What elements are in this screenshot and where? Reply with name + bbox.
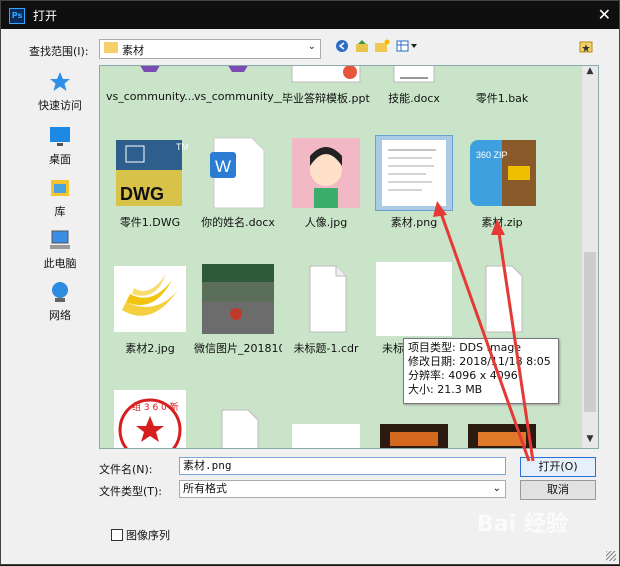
bookmark-folder-icon[interactable] bbox=[577, 39, 595, 57]
new-folder-icon[interactable] bbox=[373, 39, 391, 57]
file-item[interactable]: 素材2.jpg bbox=[106, 262, 194, 356]
blank-thumbnail bbox=[376, 262, 452, 336]
file-name: 技能.docx bbox=[388, 92, 440, 105]
close-icon[interactable]: ✕ bbox=[598, 5, 611, 24]
baidu-watermark: Bai 经验 bbox=[477, 512, 568, 537]
tooltip-type: 项目类型: DDS Image bbox=[408, 341, 522, 354]
svg-text:360 ZIP: 360 ZIP bbox=[476, 150, 508, 160]
place-label: 网络 bbox=[49, 309, 71, 322]
resize-grip-icon[interactable] bbox=[606, 551, 616, 561]
photoshop-app-icon: Ps bbox=[9, 8, 25, 24]
file-item[interactable]: 微信图片_20181028160... bbox=[194, 262, 282, 356]
place-network[interactable]: 网络 bbox=[27, 281, 93, 323]
scroll-thumb[interactable] bbox=[584, 252, 596, 412]
open-dialog: Ps 打开 ✕ 查找范围(I): 素材 ⌄ 快速访问 桌面 库 此电脑 网络 v… bbox=[0, 0, 620, 565]
svg-text:组 3 6 0 新: 组 3 6 0 新 bbox=[132, 401, 179, 413]
file-item[interactable]: 技能.docx bbox=[370, 66, 458, 106]
image-sequence-checkbox[interactable]: 图像序列 bbox=[111, 527, 170, 543]
computer-icon bbox=[49, 229, 71, 251]
tooltip-modified: 修改日期: 2018/11/18 8:05 bbox=[408, 355, 551, 368]
place-desktop[interactable]: 桌面 bbox=[27, 125, 93, 167]
zip-thumbnail: 360 ZIP bbox=[464, 136, 540, 210]
dwg-thumbnail: TM DWG bbox=[112, 136, 189, 210]
file-item[interactable] bbox=[194, 388, 282, 448]
svg-text:W: W bbox=[215, 157, 231, 176]
file-name: 零件1.bak bbox=[475, 92, 529, 105]
checkbox-icon bbox=[111, 529, 123, 541]
file-item[interactable]: 未标题-1.cdr bbox=[282, 262, 370, 356]
file-item[interactable] bbox=[282, 388, 370, 448]
file-item[interactable]: vs_community__... bbox=[194, 66, 282, 103]
filetype-select[interactable]: 所有格式 ⌄ bbox=[179, 480, 506, 498]
file-info-tooltip: 项目类型: DDS Image 修改日期: 2018/11/18 8:05 分辨… bbox=[403, 338, 559, 404]
filetype-label: 文件类型(T): bbox=[99, 485, 163, 498]
star-icon bbox=[49, 71, 71, 93]
scroll-down-icon[interactable]: ▼ bbox=[582, 434, 598, 448]
network-icon bbox=[49, 281, 71, 303]
back-icon[interactable] bbox=[333, 39, 351, 57]
filetype-value: 所有格式 bbox=[183, 482, 227, 495]
view-menu-icon[interactable] bbox=[395, 39, 419, 57]
cancel-button[interactable]: 取消 bbox=[520, 480, 596, 500]
file-item[interactable]: 360 ZIP 素材.zip bbox=[458, 136, 546, 230]
folder-icon bbox=[104, 42, 118, 53]
file-name: 未标题-1.cdr bbox=[293, 342, 359, 355]
lookin-dropdown[interactable]: 素材 ⌄ bbox=[99, 39, 321, 59]
file-item[interactable]: 零件1.bak bbox=[458, 66, 546, 106]
photo-thumbnail bbox=[200, 262, 276, 336]
title-bar: Ps 打开 ✕ bbox=[1, 1, 619, 29]
file-name: 微信图片_20181028160... bbox=[194, 342, 282, 355]
portrait-thumbnail bbox=[288, 136, 364, 210]
file-item[interactable] bbox=[458, 262, 546, 340]
svg-text:TM: TM bbox=[176, 142, 188, 152]
file-item[interactable]: W 你的姓名.docx bbox=[194, 136, 282, 230]
file-item-selected[interactable]: 素材.png bbox=[370, 135, 458, 230]
open-button[interactable]: 打开(O) bbox=[520, 457, 596, 477]
svg-text:DWG: DWG bbox=[120, 184, 164, 204]
tooltip-size: 大小: 21.3 MB bbox=[408, 383, 483, 396]
vertical-scrollbar[interactable]: ▲ ▼ bbox=[582, 66, 598, 448]
tooltip-resolution: 分辨率: 4096 x 4096 bbox=[408, 369, 518, 382]
file-item[interactable]: TM DWG 零件1.DWG bbox=[106, 136, 194, 230]
filename-label: 文件名(N): bbox=[99, 463, 153, 476]
image-sequence-label: 图像序列 bbox=[126, 529, 170, 542]
place-library[interactable]: 库 bbox=[27, 177, 93, 219]
word-thumbnail: W bbox=[200, 136, 276, 210]
file-name: vs_community.... bbox=[106, 90, 194, 103]
desktop-icon bbox=[49, 125, 71, 147]
banana-thumbnail bbox=[112, 262, 188, 336]
file-name: vs_community__... bbox=[194, 90, 282, 103]
file-name: 素材.zip bbox=[481, 216, 523, 229]
lookin-label: 查找范围(I): bbox=[29, 45, 89, 58]
place-quick-access[interactable]: 快速访问 bbox=[27, 71, 93, 113]
document-icon bbox=[288, 262, 364, 336]
place-label: 桌面 bbox=[49, 153, 71, 166]
place-label: 快速访问 bbox=[38, 99, 82, 112]
place-this-pc[interactable]: 此电脑 bbox=[27, 229, 93, 271]
file-name: 毕业答辩模板.pptx bbox=[282, 92, 370, 105]
file-name: 素材2.jpg bbox=[125, 342, 175, 355]
dialog-title: 打开 bbox=[33, 9, 58, 23]
file-name: 零件1.DWG bbox=[119, 216, 181, 229]
chevron-down-icon: ⌄ bbox=[492, 483, 501, 494]
file-item[interactable]: 人像.jpg bbox=[282, 136, 370, 230]
stamp-thumbnail: 组 3 6 0 新 bbox=[112, 388, 188, 448]
place-label: 此电脑 bbox=[43, 257, 77, 270]
document-icon bbox=[200, 388, 276, 448]
file-name: 素材.png bbox=[390, 216, 438, 229]
chevron-down-icon: ⌄ bbox=[307, 41, 316, 52]
lookin-value: 素材 bbox=[122, 44, 144, 57]
place-label: 库 bbox=[54, 205, 66, 218]
filename-input[interactable]: 素材.png bbox=[179, 457, 506, 475]
library-icon bbox=[49, 177, 71, 199]
file-item[interactable]: 毕业答辩模板.pptx bbox=[282, 66, 370, 106]
file-name: 人像.jpg bbox=[304, 216, 348, 229]
document-icon bbox=[464, 262, 540, 336]
png-thumbnail bbox=[375, 135, 453, 211]
file-item[interactable]: 组 3 6 0 新 bbox=[106, 388, 194, 448]
up-folder-icon[interactable] bbox=[353, 39, 371, 57]
file-name: 你的姓名.docx bbox=[201, 216, 275, 229]
scroll-up-icon[interactable]: ▲ bbox=[582, 66, 598, 80]
file-item[interactable]: vs_community.... bbox=[106, 66, 194, 103]
